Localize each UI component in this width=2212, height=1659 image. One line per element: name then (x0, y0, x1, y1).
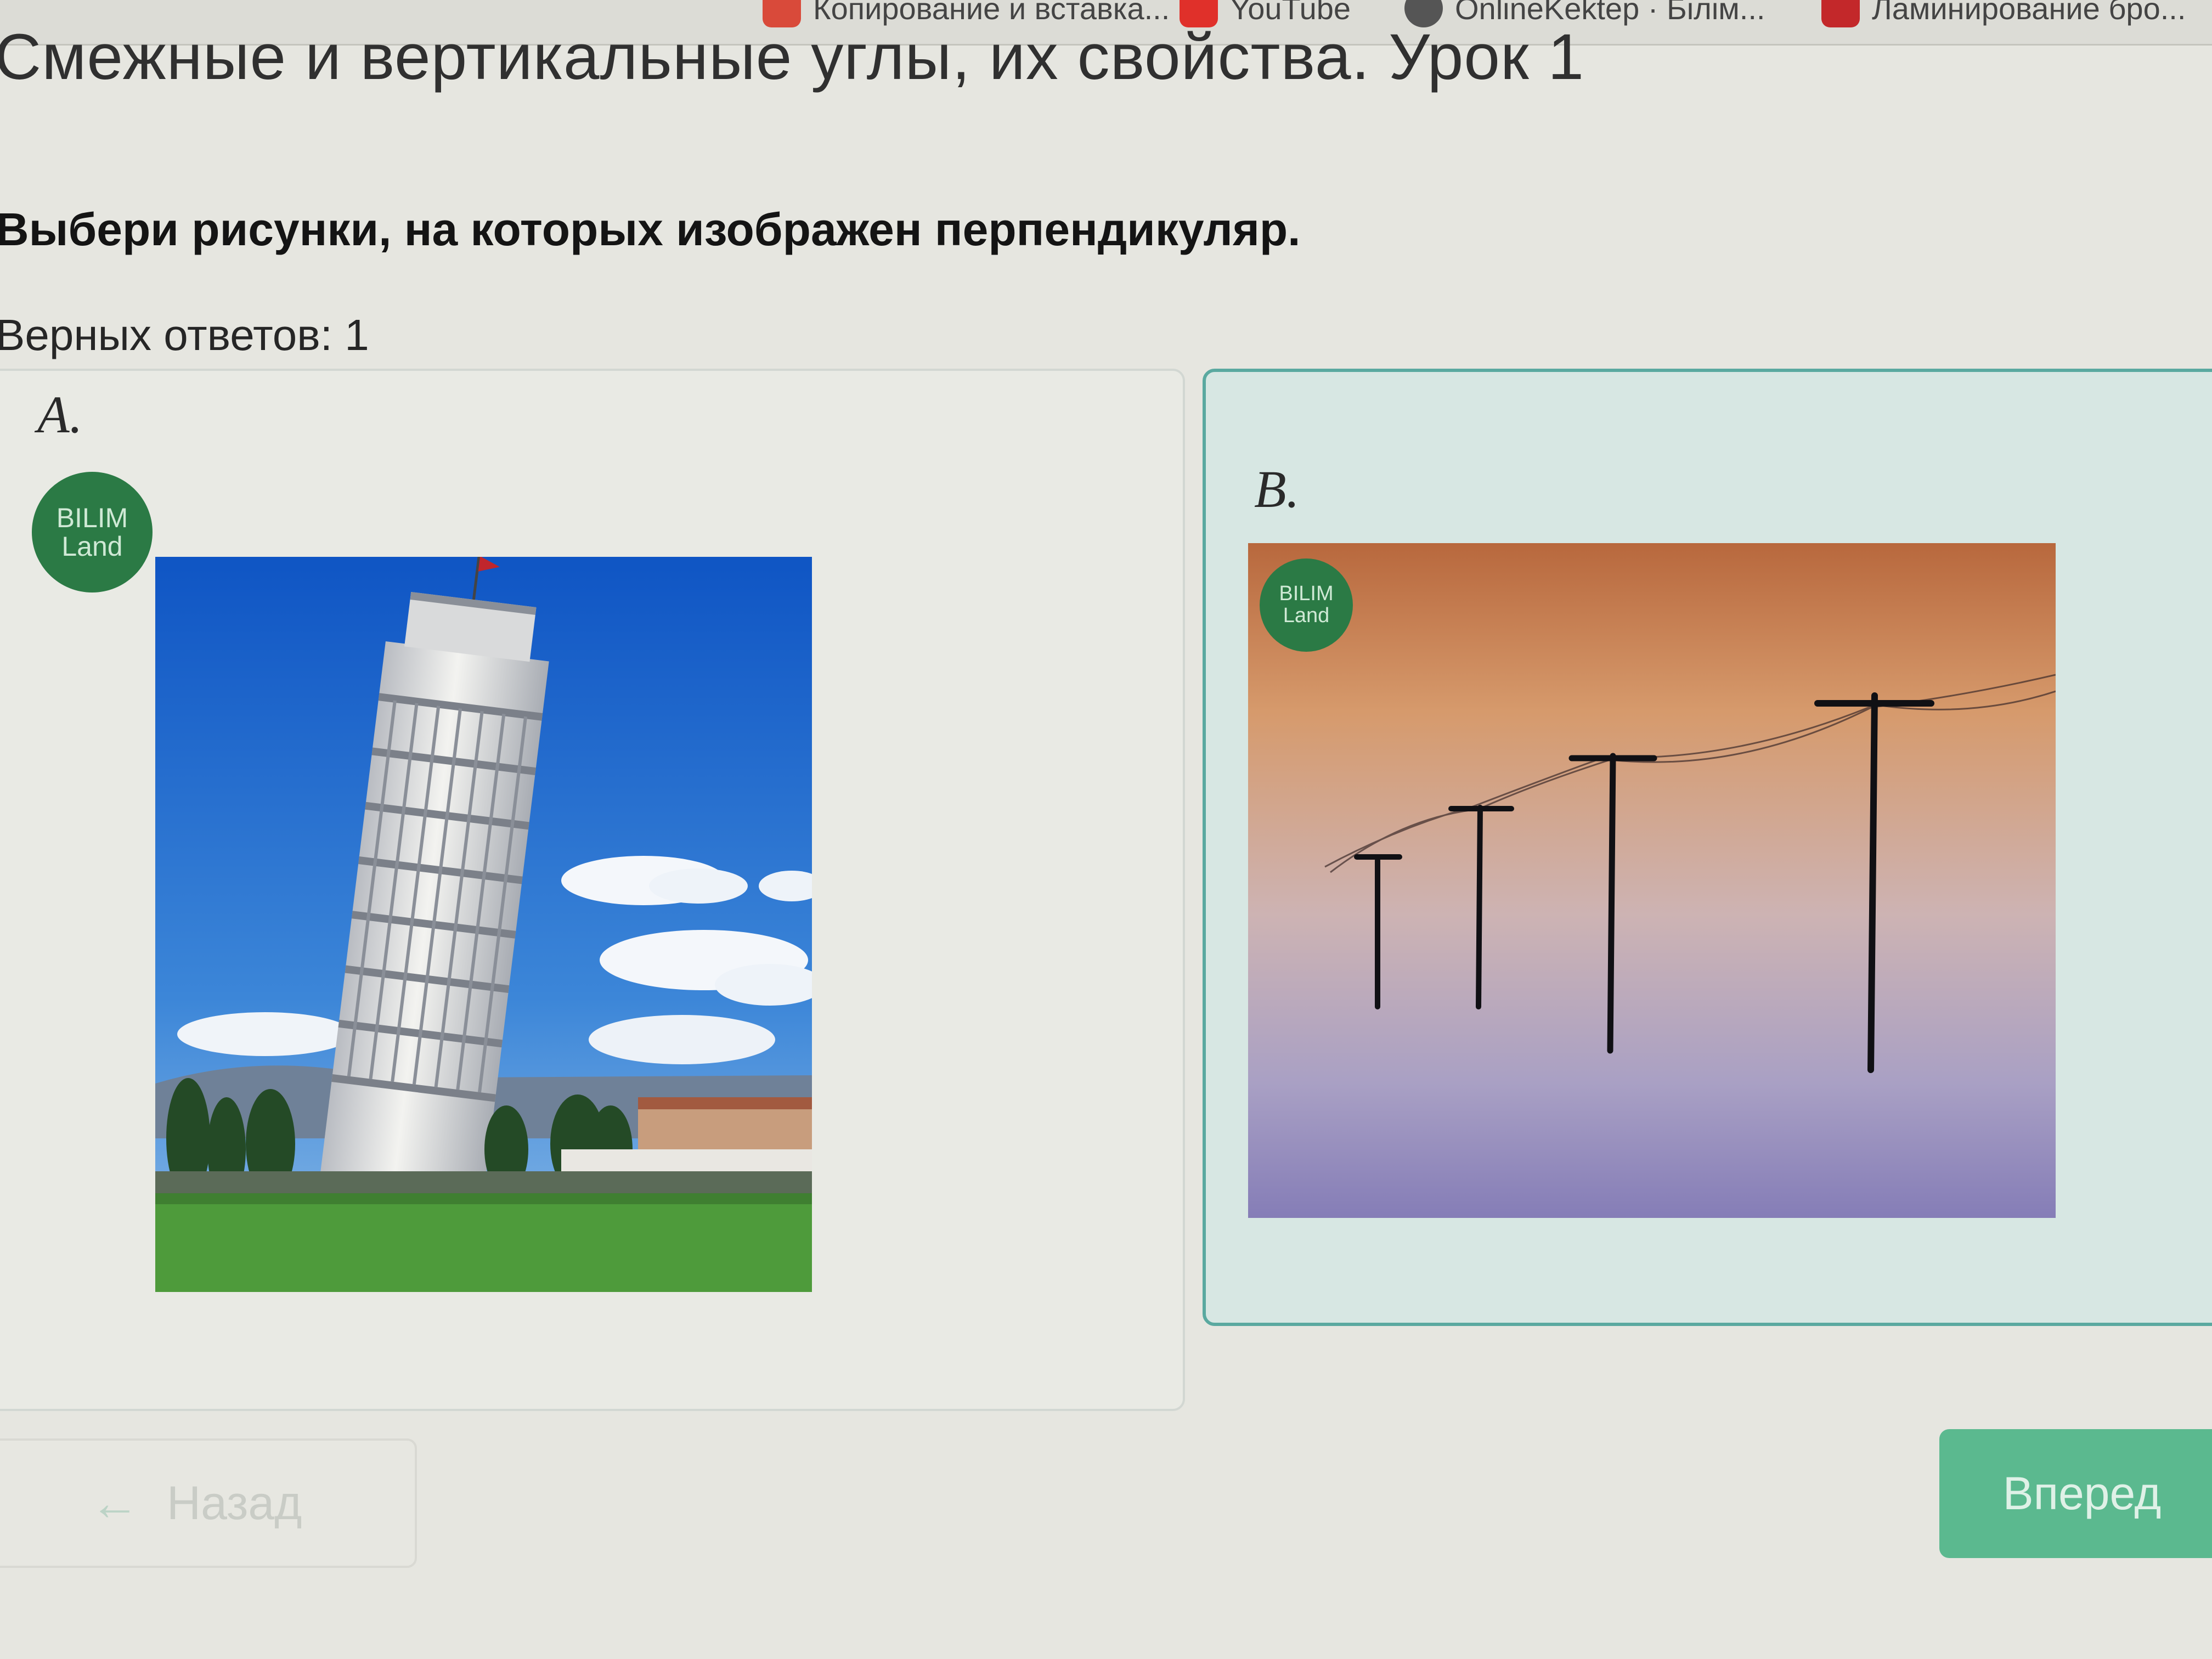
bookmark-label: Ламинирование бро... (1872, 0, 2186, 26)
bookmark-item[interactable]: Ламинирование бро... (1821, 0, 2186, 33)
question-text: Выбери рисунки, на которых изображен пер… (0, 204, 1301, 255)
utility-poles-image (1248, 543, 2056, 1218)
bilimland-logo: BILIM Land (1260, 558, 1353, 652)
next-button[interactable]: Вперед (1939, 1429, 2212, 1558)
answers-count: Верных ответов: 1 (0, 311, 369, 359)
page-title: Смежные и вертикальные углы, их свойства… (0, 21, 1585, 93)
logo-line1: BILIM (1279, 582, 1334, 606)
logo-line2: Land (1283, 604, 1330, 627)
back-button-label: Назад (167, 1476, 302, 1530)
option-letter-a: A. (37, 385, 83, 444)
bookmark-icon (1821, 0, 1860, 27)
option-a-image[interactable] (155, 557, 812, 1292)
bilimland-logo: BILIM Land (32, 472, 153, 592)
leaning-tower-image (155, 557, 812, 1292)
logo-line2: Land (61, 531, 123, 562)
logo-line1: BILIM (56, 502, 128, 533)
next-button-label: Вперед (2002, 1468, 2162, 1519)
option-b-image[interactable] (1248, 543, 2056, 1218)
option-letter-b: B. (1254, 460, 1300, 518)
back-button[interactable]: ← Назад (0, 1438, 417, 1568)
arrow-left-icon: ← (90, 1475, 139, 1531)
